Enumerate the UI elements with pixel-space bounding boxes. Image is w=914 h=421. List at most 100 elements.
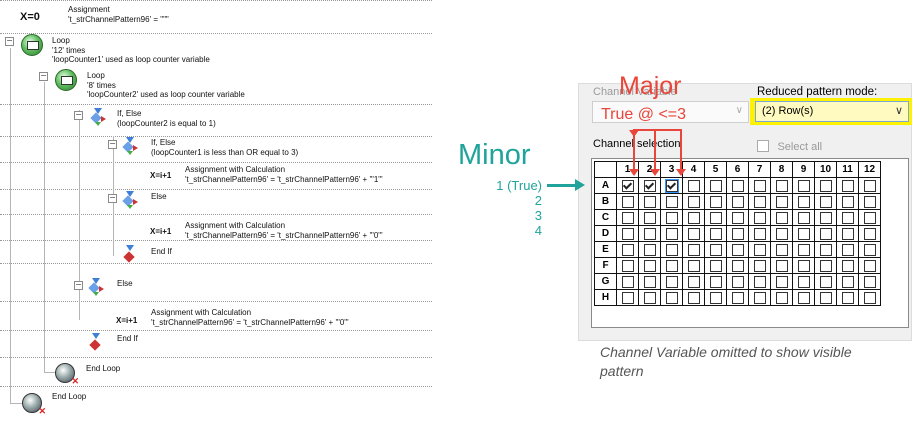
channel-checkbox[interactable] — [643, 259, 656, 272]
row-header[interactable]: G — [594, 273, 617, 290]
column-header[interactable]: 9 — [792, 161, 815, 178]
calc2-row[interactable]: Assignment with Calculation 't_strChanne… — [185, 221, 383, 240]
channel-checkbox[interactable] — [841, 243, 854, 256]
channel-checkbox[interactable] — [731, 227, 744, 240]
channel-checkbox-checked[interactable] — [643, 179, 656, 192]
channel-cell[interactable] — [814, 273, 837, 290]
channel-checkbox[interactable] — [665, 275, 678, 288]
endif1-row[interactable]: End If — [151, 247, 172, 257]
channel-cell[interactable] — [638, 177, 661, 194]
channel-checkbox[interactable] — [797, 195, 810, 208]
channel-cell[interactable] — [814, 209, 837, 226]
channel-cell[interactable] — [748, 209, 771, 226]
channel-checkbox[interactable] — [643, 195, 656, 208]
channel-checkbox[interactable] — [731, 243, 744, 256]
channel-checkbox[interactable] — [819, 275, 832, 288]
channel-checkbox[interactable] — [731, 291, 744, 304]
channel-cell[interactable] — [814, 257, 837, 274]
channel-checkbox[interactable] — [797, 259, 810, 272]
channel-checkbox[interactable] — [621, 195, 634, 208]
channel-checkbox[interactable] — [665, 243, 678, 256]
channel-checkbox[interactable] — [665, 291, 678, 304]
channel-checkbox[interactable] — [841, 195, 854, 208]
channel-cell[interactable] — [638, 193, 661, 210]
channel-cell[interactable] — [638, 289, 661, 306]
channel-checkbox[interactable] — [841, 291, 854, 304]
channel-checkbox[interactable] — [665, 227, 678, 240]
channel-cell[interactable] — [836, 273, 859, 290]
channel-cell[interactable] — [770, 241, 793, 258]
channel-cell[interactable] — [792, 289, 815, 306]
channel-checkbox[interactable] — [841, 259, 854, 272]
channel-cell[interactable] — [748, 257, 771, 274]
channel-cell[interactable] — [616, 257, 639, 274]
channel-cell[interactable] — [858, 209, 881, 226]
channel-checkbox-checked[interactable] — [621, 179, 634, 192]
channel-cell[interactable] — [660, 273, 683, 290]
channel-checkbox[interactable] — [775, 291, 788, 304]
channel-checkbox[interactable] — [665, 259, 678, 272]
channel-checkbox[interactable] — [731, 179, 744, 192]
channel-checkbox[interactable] — [819, 195, 832, 208]
channel-checkbox-checked[interactable] — [664, 178, 679, 193]
channel-checkbox[interactable] — [687, 259, 700, 272]
channel-cell[interactable] — [748, 193, 771, 210]
channel-cell[interactable] — [682, 289, 705, 306]
channel-cell[interactable] — [770, 257, 793, 274]
channel-checkbox[interactable] — [687, 195, 700, 208]
loop2-expander[interactable]: − — [39, 72, 48, 81]
channel-checkbox[interactable] — [709, 291, 722, 304]
channel-checkbox[interactable] — [863, 259, 876, 272]
channel-checkbox[interactable] — [731, 275, 744, 288]
channel-checkbox[interactable] — [687, 227, 700, 240]
channel-cell[interactable] — [770, 225, 793, 242]
row-header[interactable]: H — [594, 289, 617, 306]
channel-checkbox[interactable] — [775, 243, 788, 256]
channel-cell[interactable] — [638, 209, 661, 226]
channel-checkbox[interactable] — [643, 211, 656, 224]
channel-cell[interactable] — [616, 177, 639, 194]
channel-checkbox[interactable] — [819, 227, 832, 240]
column-header[interactable]: 7 — [748, 161, 771, 178]
channel-checkbox[interactable] — [797, 211, 810, 224]
channel-checkbox[interactable] — [621, 275, 634, 288]
channel-checkbox[interactable] — [797, 291, 810, 304]
channel-checkbox[interactable] — [797, 275, 810, 288]
channel-cell[interactable] — [682, 241, 705, 258]
channel-cell[interactable] — [638, 241, 661, 258]
else2-expander[interactable]: − — [74, 281, 83, 290]
channel-checkbox[interactable] — [863, 243, 876, 256]
channel-checkbox[interactable] — [841, 227, 854, 240]
channel-cell[interactable] — [726, 241, 749, 258]
row-header[interactable]: A — [594, 177, 617, 194]
channel-cell[interactable] — [660, 257, 683, 274]
column-header[interactable]: 12 — [858, 161, 881, 178]
channel-cell[interactable] — [836, 193, 859, 210]
channel-checkbox[interactable] — [621, 211, 634, 224]
column-header[interactable]: 5 — [704, 161, 727, 178]
channel-cell[interactable] — [726, 177, 749, 194]
channel-cell[interactable] — [858, 257, 881, 274]
calc3-row[interactable]: Assignment with Calculation 't_strChanne… — [151, 308, 349, 327]
channel-cell[interactable] — [704, 241, 727, 258]
channel-checkbox[interactable] — [841, 211, 854, 224]
channel-cell[interactable] — [660, 289, 683, 306]
channel-cell[interactable] — [726, 209, 749, 226]
channel-cell[interactable] — [792, 273, 815, 290]
channel-cell[interactable] — [748, 177, 771, 194]
channel-checkbox[interactable] — [775, 179, 788, 192]
row-header[interactable]: D — [594, 225, 617, 242]
loop2-row[interactable]: Loop '8' times 'loopCounter2' used as lo… — [87, 71, 245, 100]
channel-cell[interactable] — [792, 193, 815, 210]
channel-cell[interactable] — [748, 289, 771, 306]
channel-cell[interactable] — [682, 193, 705, 210]
channel-checkbox[interactable] — [709, 259, 722, 272]
channel-cell[interactable] — [792, 225, 815, 242]
row-header[interactable]: B — [594, 193, 617, 210]
channel-checkbox[interactable] — [621, 243, 634, 256]
channel-cell[interactable] — [726, 225, 749, 242]
if2-expander[interactable]: − — [108, 140, 117, 149]
channel-cell[interactable] — [792, 177, 815, 194]
channel-checkbox[interactable] — [709, 275, 722, 288]
channel-cell[interactable] — [748, 273, 771, 290]
